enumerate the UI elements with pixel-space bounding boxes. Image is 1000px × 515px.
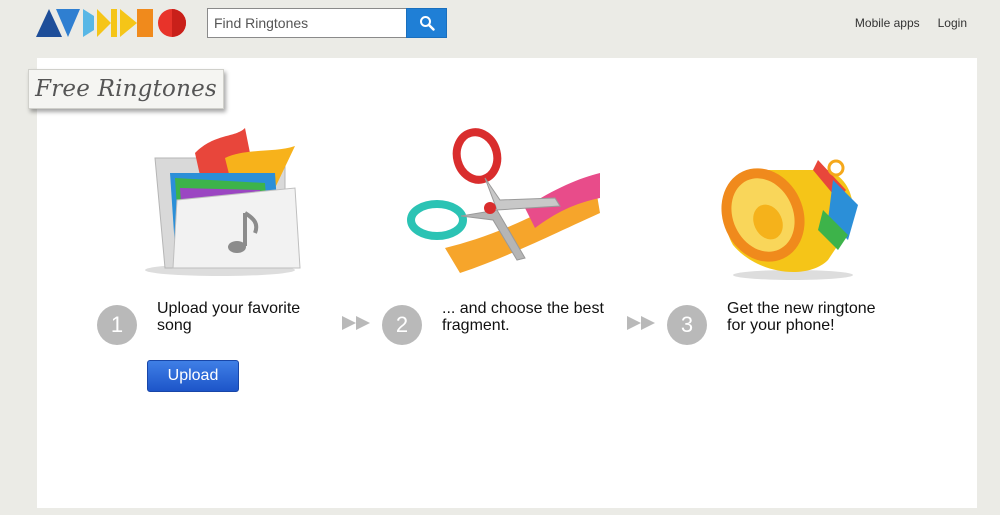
search-button[interactable] <box>406 8 447 38</box>
login-link[interactable]: Login <box>938 16 967 30</box>
step-2-number: 2 <box>382 305 422 345</box>
site-header: Mobile apps Login <box>0 0 1000 50</box>
step-3-number: 3 <box>667 305 707 345</box>
double-arrow-icon <box>342 316 370 330</box>
page-title: Free Ringtones <box>28 69 224 109</box>
site-logo[interactable] <box>36 8 188 38</box>
music-folder-icon <box>145 128 301 276</box>
step-1-text: Upload your favorite song <box>157 300 301 334</box>
search-bar <box>207 8 447 38</box>
search-icon <box>419 16 435 31</box>
main-panel <box>37 58 977 508</box>
search-input[interactable] <box>207 8 406 38</box>
bell-icon <box>721 159 858 280</box>
double-arrow-icon <box>627 316 655 330</box>
step-2-text: ... and choose the best fragment. <box>442 300 604 334</box>
mobile-apps-link[interactable]: Mobile apps <box>855 16 920 30</box>
top-nav: Mobile apps Login <box>855 16 967 30</box>
upload-button[interactable]: Upload <box>147 360 239 392</box>
step-1-number: 1 <box>97 305 137 345</box>
step-3-text: Get the new ringtone for your phone! <box>727 300 876 334</box>
scissors-icon <box>407 128 600 273</box>
